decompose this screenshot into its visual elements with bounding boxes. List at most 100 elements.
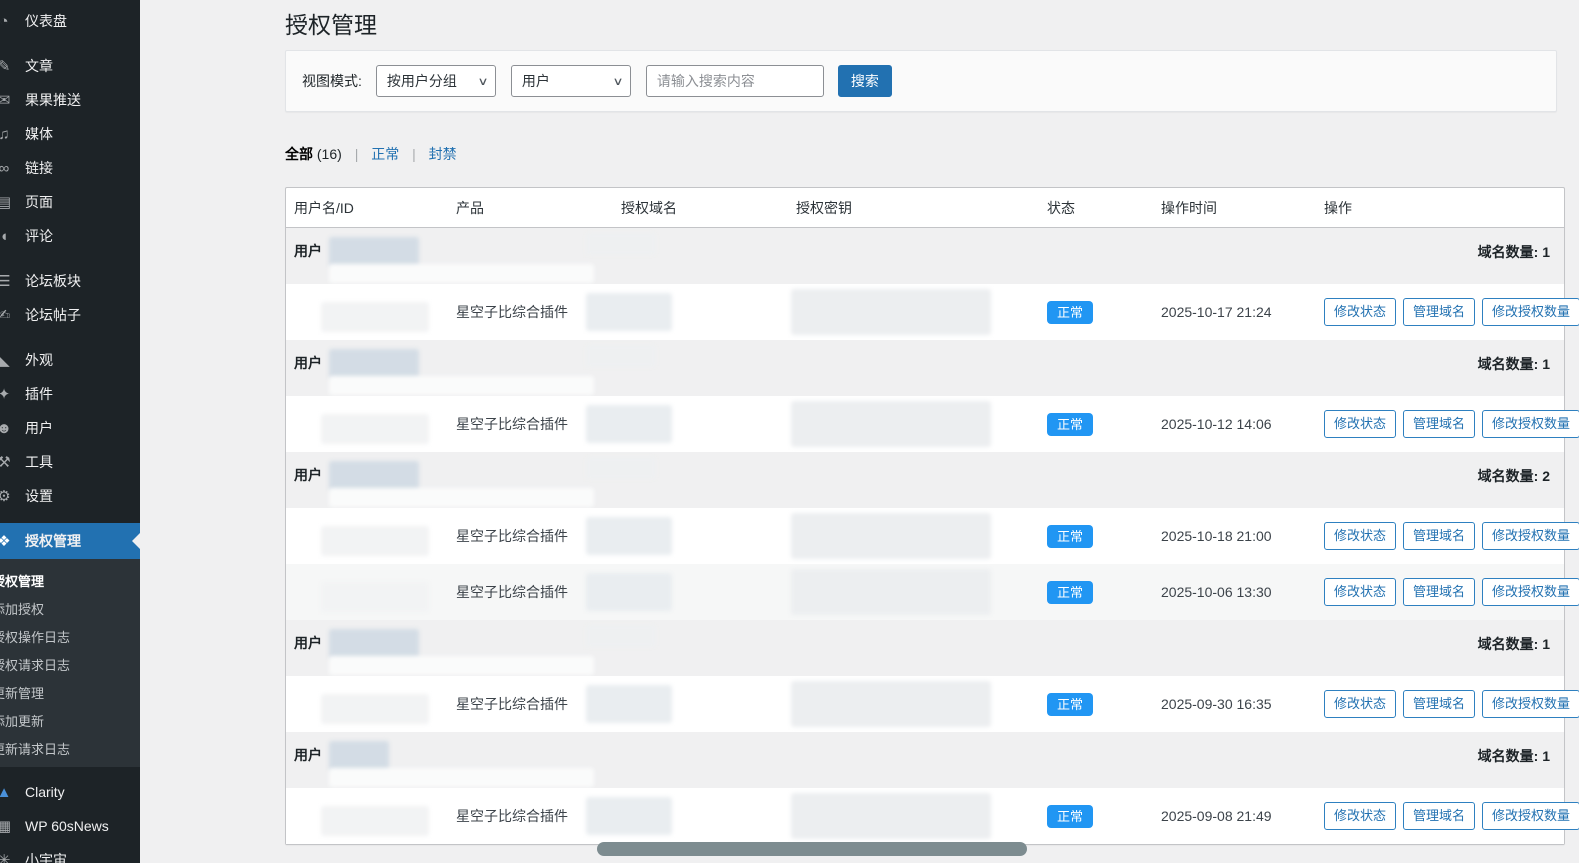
search-type-select[interactable]: 用户 ∨ (510, 65, 631, 97)
group-mode-select[interactable]: 按用户分组 ∨ (375, 65, 496, 97)
manage-domains-button[interactable]: 管理域名 (1403, 578, 1476, 606)
sidebar-item-media[interactable]: ♫ 媒体 (0, 117, 140, 151)
change-status-button[interactable]: 修改状态 (1324, 690, 1397, 718)
sidebar-item-settings[interactable]: ⚙ 设置 (0, 479, 140, 513)
sidebar-item-label: 文章 (25, 58, 53, 74)
sidebar-item-label: 媒体 (25, 126, 53, 142)
col-product: 产品 (456, 199, 484, 216)
menu-separator (0, 513, 140, 523)
sidebar-item-forum-boards[interactable]: ☰ 论坛板块 (0, 264, 140, 298)
submenu-item-update-manage[interactable]: 更新管理 (0, 678, 140, 706)
sidebar-item-dashboard[interactable]: ◔ 仪表盘 (0, 4, 140, 38)
manage-domains-button[interactable]: 管理域名 (1403, 802, 1476, 830)
col-actions: 操作 (1324, 199, 1352, 216)
user-group-label: 用户 (294, 635, 322, 651)
license-table: 用户名/ID 产品 授权域名 授权密钥 状态 操作时间 操作 用户 域名数量: … (285, 187, 1579, 845)
manage-domains-button[interactable]: 管理域名 (1403, 690, 1476, 718)
user-group-label: 用户 (294, 467, 322, 483)
horizontal-scrollbar-thumb[interactable] (597, 842, 1027, 856)
submenu-item-license-manage[interactable]: 授权管理 (0, 566, 140, 594)
sidebar-item-links[interactable]: ∞ 链接 (0, 151, 140, 185)
redacted-user-id (321, 414, 429, 444)
submenu-item-update-request-log[interactable]: 更新请求日志 (0, 734, 140, 762)
sidebar-item-users[interactable]: ☻ 用户 (0, 411, 140, 445)
sidebar-item-appearance[interactable]: ◣ 外观 (0, 343, 140, 377)
tab-banned[interactable]: 封禁 (429, 146, 457, 162)
manage-domains-button[interactable]: 管理域名 (1403, 410, 1476, 438)
change-license-count-button[interactable]: 修改授权数量 (1482, 578, 1579, 606)
tab-all[interactable]: 全部 (16) (285, 146, 342, 162)
sidebar-item-label: 插件 (25, 386, 53, 402)
redacted-key (791, 793, 991, 839)
sidebar-item-pages[interactable]: ▤ 页面 (0, 185, 140, 219)
submenu-item-license-request-log[interactable]: 授权请求日志 (0, 650, 140, 678)
redacted-username (329, 461, 419, 491)
operation-time: 2025-10-12 14:06 (1161, 416, 1272, 432)
chevron-down-icon: ∨ (477, 75, 489, 88)
license-row: 星空子比综合插件 正常 2025-10-12 14:06 修改状态 管理域名 修… (286, 396, 1579, 452)
manage-domains-button[interactable]: 管理域名 (1403, 522, 1476, 550)
sidebar-item-plugins[interactable]: ✦ 插件 (0, 377, 140, 411)
domain-count: 域名数量: 1 (1477, 356, 1550, 372)
change-status-button[interactable]: 修改状态 (1324, 578, 1397, 606)
sidebar-item-label: 评论 (25, 228, 53, 244)
search-input[interactable] (645, 65, 824, 97)
tab-separator: | (354, 146, 359, 162)
change-license-count-button[interactable]: 修改授权数量 (1482, 690, 1579, 718)
menu-separator (0, 38, 140, 49)
sidebar-item-xiaoyuzhou[interactable]: ✳ 小宇宙 (0, 843, 140, 863)
redacted-detail (586, 345, 656, 367)
forum-posts-icon: ✍ (0, 307, 11, 324)
domain-count: 域名数量: 1 (1477, 748, 1550, 764)
operation-time: 2025-09-08 21:49 (1161, 808, 1272, 824)
change-license-count-button[interactable]: 修改授权数量 (1482, 298, 1579, 326)
sidebar-item-posts[interactable]: ✎ 文章 (0, 49, 140, 83)
status-filter-tabs: 全部 (16) | 正常 | 封禁 (285, 144, 457, 164)
user-group-label: 用户 (294, 747, 322, 763)
col-username-id: 用户名/ID (294, 199, 354, 216)
shield-icon: ❖ (0, 533, 11, 550)
status-badge: 正常 (1047, 580, 1094, 604)
tab-normal[interactable]: 正常 (371, 146, 399, 162)
table-header-row: 用户名/ID 产品 授权域名 授权密钥 状态 操作时间 操作 (286, 188, 1564, 228)
sidebar-item-clarity[interactable]: ▲ Clarity (0, 775, 140, 809)
sidebar-item-license-manage[interactable]: ❖ 授权管理 (0, 523, 140, 559)
license-row: 星空子比综合插件 正常 2025-10-17 21:24 修改状态 管理域名 修… (286, 284, 1579, 340)
sidebar-item-label: WP 60sNews (25, 818, 109, 834)
sidebar-item-wp60snews[interactable]: ▦ WP 60sNews (0, 809, 140, 843)
current-menu-arrow (132, 533, 140, 549)
change-status-button[interactable]: 修改状态 (1324, 298, 1397, 326)
redacted-domain (586, 573, 672, 611)
change-license-count-button[interactable]: 修改授权数量 (1482, 410, 1579, 438)
submenu-item-add-update[interactable]: 添加更新 (0, 706, 140, 734)
license-row: 星空子比综合插件 正常 2025-09-08 21:49 修改状态 管理域名 修… (286, 788, 1579, 844)
search-type-select-value: 用户 (521, 73, 550, 89)
sidebar-item-label: 用户 (25, 420, 53, 436)
redacted-key (791, 401, 991, 447)
sidebar-item-tools[interactable]: ⚒ 工具 (0, 445, 140, 479)
sidebar-item-comments[interactable]: ◖ 评论 (0, 219, 140, 253)
manage-domains-button[interactable]: 管理域名 (1403, 298, 1476, 326)
user-group-header: 用户 域名数量: 1 (286, 340, 1564, 396)
domain-count: 域名数量: 1 (1477, 636, 1550, 652)
submenu-item-license-op-log[interactable]: 授权操作日志 (0, 622, 140, 650)
domain-count: 域名数量: 2 (1477, 468, 1550, 484)
submenu-item-add-license[interactable]: 添加授权 (0, 594, 140, 622)
sidebar-item-forum-posts[interactable]: ✍ 论坛帖子 (0, 298, 140, 332)
admin-sidebar: ◔ 仪表盘 ✎ 文章 ✉ 果果推送 ♫ 媒体 ∞ 链接 ▤ 页面 ◖ 评论 ☰ … (0, 0, 140, 863)
redacted-domain (586, 293, 672, 331)
license-row: 星空子比综合插件 正常 2025-10-18 21:00 修改状态 管理域名 修… (286, 508, 1579, 564)
search-button[interactable]: 搜索 (837, 65, 892, 97)
plugins-icon: ✦ (0, 386, 11, 403)
change-license-count-button[interactable]: 修改授权数量 (1482, 802, 1579, 830)
change-status-button[interactable]: 修改状态 (1324, 522, 1397, 550)
pages-icon: ▤ (0, 194, 12, 211)
tab-all-label: 全部 (285, 146, 313, 162)
sidebar-item-guoguo-push[interactable]: ✉ 果果推送 (0, 83, 140, 117)
change-status-button[interactable]: 修改状态 (1324, 802, 1397, 830)
redacted-username (329, 741, 389, 771)
change-license-count-button[interactable]: 修改授权数量 (1482, 522, 1579, 550)
change-status-button[interactable]: 修改状态 (1324, 410, 1397, 438)
redacted-detail (329, 264, 594, 283)
redacted-domain (586, 517, 672, 555)
